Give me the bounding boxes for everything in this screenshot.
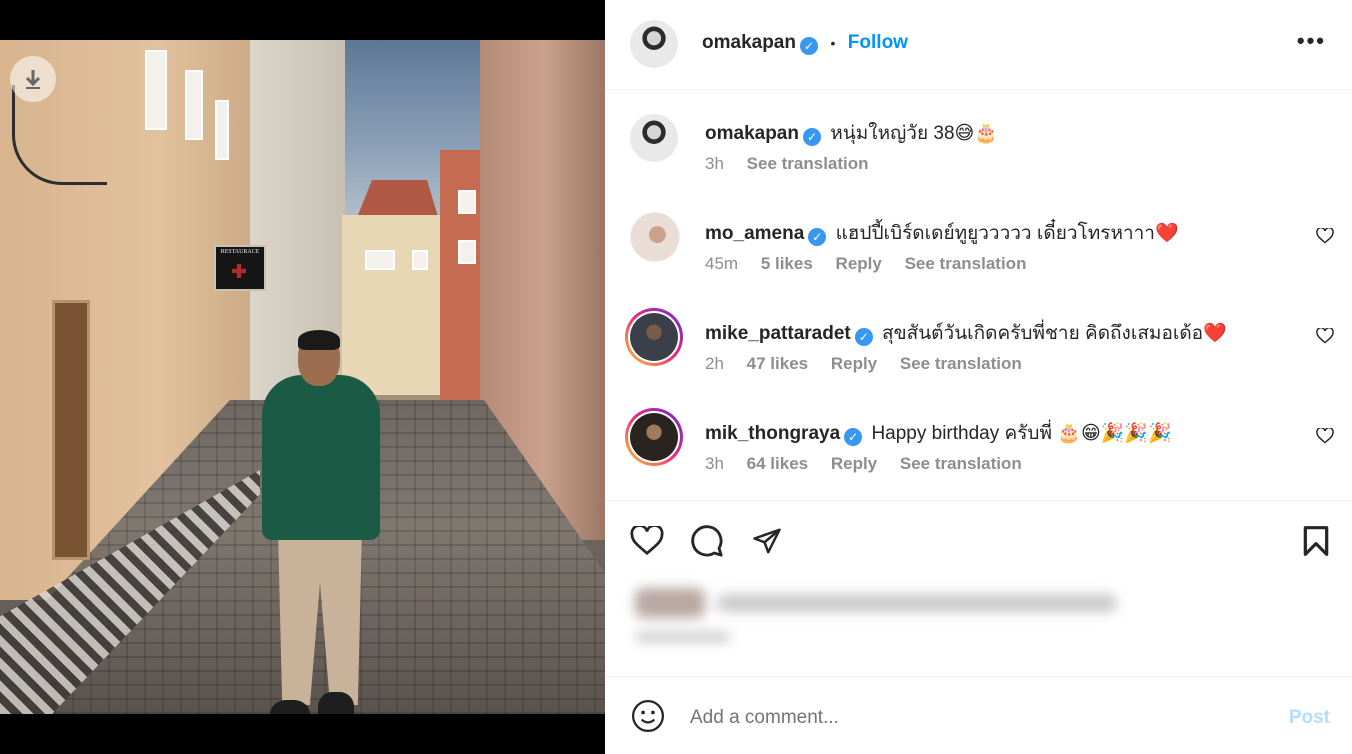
caption: omakapan ✓ หนุ่มใหญ่วัย 38😅🎂 3h See trans…: [605, 108, 1352, 188]
download-icon[interactable]: [10, 56, 56, 102]
comment-text: แฮปปี้เบิร์ดเดย์ทูยูววววว เดี๋ยวโทรหาาา❤…: [835, 223, 1179, 244]
reply-button[interactable]: Reply: [831, 454, 877, 473]
comment-item: mo_amena ✓ แฮปปี้เบิร์ดเดย์ทูยูววววว เดี๋…: [605, 208, 1352, 298]
verified-badge-icon: ✓: [799, 37, 818, 55]
post-side-panel: omakapan ✓ • Follow ••• omakapan ✓ หนุ่มให…: [605, 0, 1352, 754]
comment-likes[interactable]: 47 likes: [747, 354, 808, 373]
post-header: omakapan ✓ • Follow •••: [605, 0, 1352, 90]
comments-list: omakapan ✓ หนุ่มใหญ่วัย 38😅🎂 3h See trans…: [605, 90, 1352, 500]
comment-item: mike_pattaradet ✓ สุขสันต์วันเกิดครับพี่ช…: [605, 308, 1352, 398]
commenter-avatar[interactable]: [625, 308, 683, 366]
comment-item: mik_thongraya ✓ Happy birthday ครับพี่ 🎂😁…: [605, 408, 1352, 498]
see-translation-link[interactable]: See translation: [747, 154, 869, 173]
commenter-username[interactable]: mo_amena: [705, 223, 804, 244]
commenter-username[interactable]: mike_pattaradet: [705, 323, 851, 344]
comment-like-heart-icon[interactable]: [1316, 227, 1334, 250]
author-username[interactable]: omakapan: [702, 32, 796, 53]
more-options-icon[interactable]: •••: [1297, 28, 1326, 54]
post-button[interactable]: Post: [1289, 707, 1330, 729]
comment-like-heart-icon[interactable]: [1316, 327, 1334, 350]
comment-time: 2h: [705, 354, 724, 373]
comment-time: 45m: [705, 254, 739, 273]
liked-by-summary-obscured: [627, 580, 1147, 650]
commenter-username[interactable]: mik_thongraya: [705, 423, 840, 444]
caption-username[interactable]: omakapan: [705, 123, 799, 144]
comment-icon[interactable]: [689, 523, 725, 559]
bookmark-icon[interactable]: [1298, 523, 1334, 559]
heart-icon[interactable]: [629, 523, 665, 559]
verified-badge-icon: ✓: [808, 228, 827, 246]
commenter-avatar[interactable]: [625, 408, 683, 466]
post-media[interactable]: RESTAURACE: [0, 0, 605, 754]
comment-text: Happy birthday ครับพี่ 🎂😁🎉🎉🎉: [871, 423, 1172, 444]
verified-badge-icon: ✓: [844, 428, 863, 446]
verified-badge-icon: ✓: [802, 128, 821, 146]
follow-button[interactable]: Follow: [848, 32, 908, 53]
smiley-icon[interactable]: [631, 699, 665, 738]
caption-avatar[interactable]: [630, 114, 678, 162]
see-translation-link[interactable]: See translation: [905, 254, 1027, 273]
comment-likes[interactable]: 64 likes: [747, 454, 808, 473]
caption-time: 3h: [705, 154, 724, 173]
verified-badge-icon: ✓: [854, 328, 873, 346]
post-photo[interactable]: RESTAURACE: [0, 40, 605, 714]
comment-likes[interactable]: 5 likes: [761, 254, 813, 273]
comment-text: สุขสันต์วันเกิดครับพี่ชาย คิดถึงเสมอเด้อ…: [882, 323, 1227, 344]
caption-text: หนุ่มใหญ่วัย 38😅🎂: [830, 123, 998, 144]
add-comment-bar: Add a comment... Post: [605, 676, 1352, 754]
post-action-bar: [605, 500, 1352, 580]
reply-button[interactable]: Reply: [831, 354, 877, 373]
commenter-avatar[interactable]: [630, 212, 680, 262]
comment-like-heart-icon[interactable]: [1316, 427, 1334, 450]
comment-time: 3h: [705, 454, 724, 473]
see-translation-link[interactable]: See translation: [900, 354, 1022, 373]
paper-plane-icon[interactable]: [749, 523, 785, 559]
reply-button[interactable]: Reply: [836, 254, 882, 273]
comment-input[interactable]: Add a comment...: [690, 707, 839, 729]
author-avatar[interactable]: [630, 20, 678, 68]
see-translation-link[interactable]: See translation: [900, 454, 1022, 473]
